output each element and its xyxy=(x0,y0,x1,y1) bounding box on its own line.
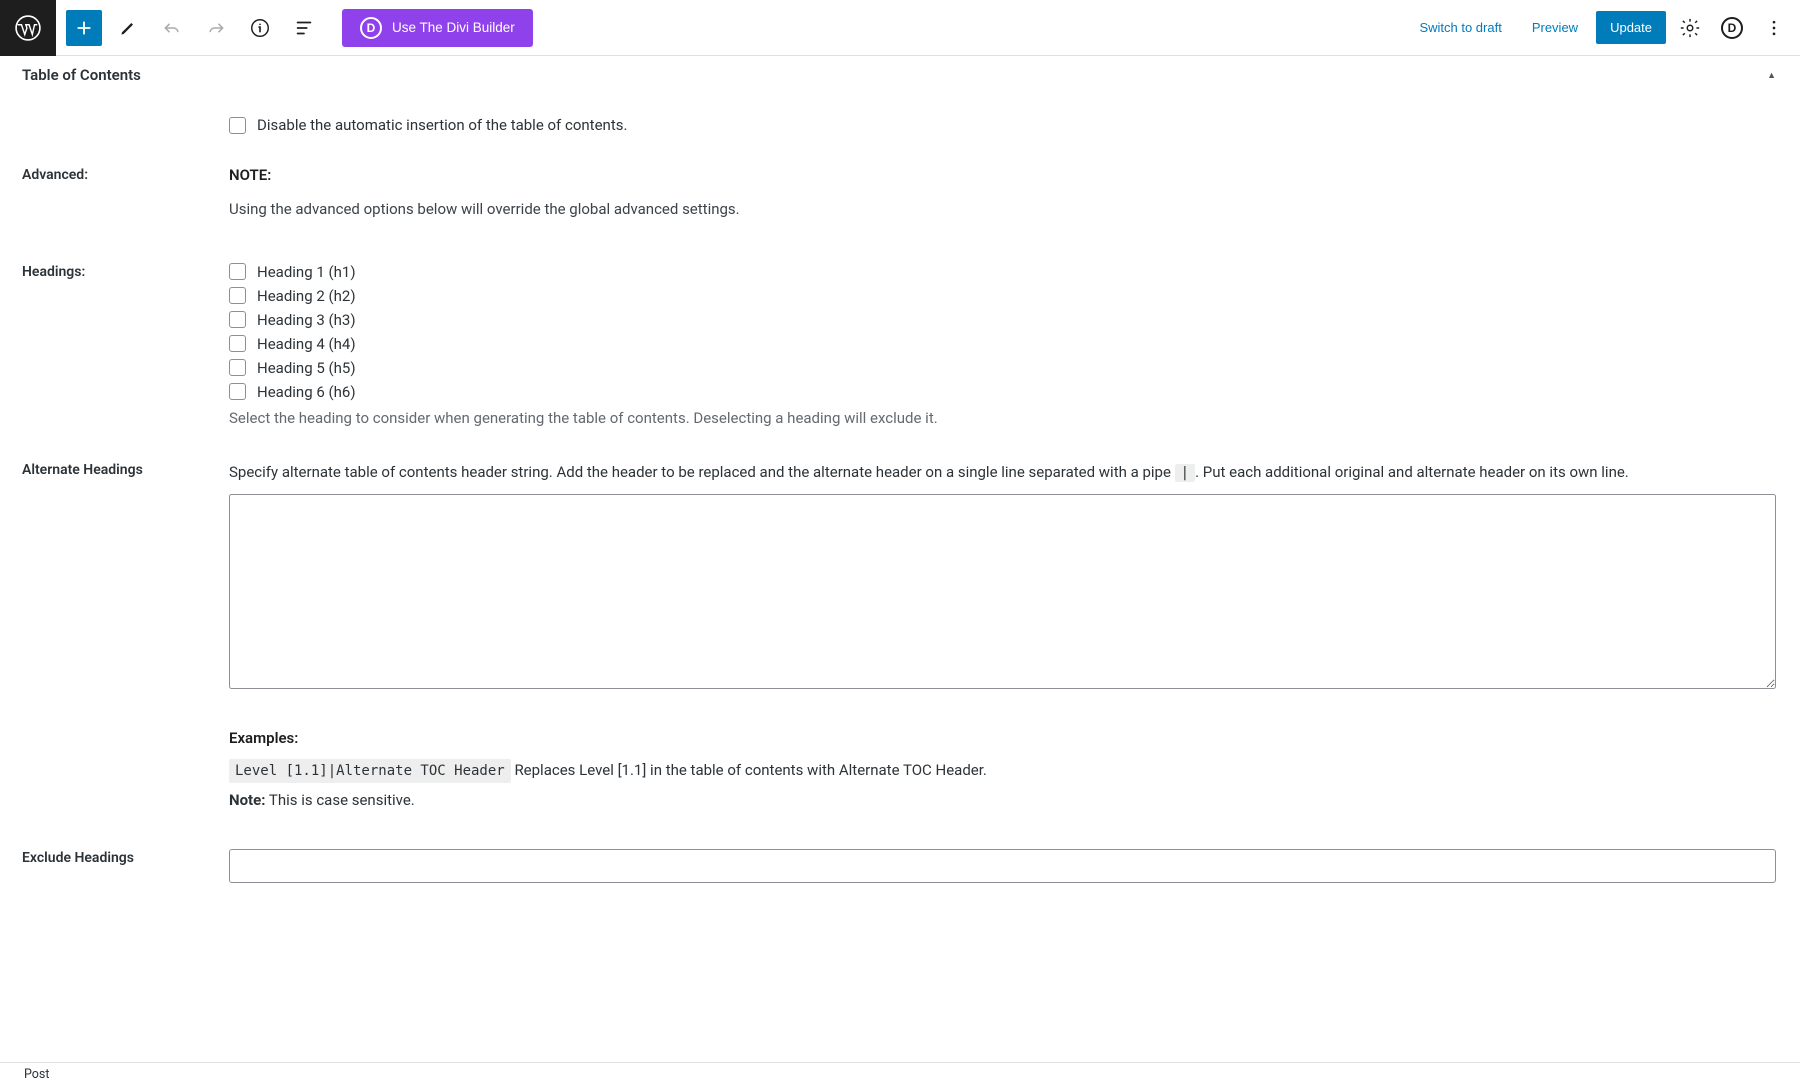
disable-toc-checkbox[interactable] xyxy=(229,117,246,134)
divi-button-label: Use The Divi Builder xyxy=(392,20,515,35)
exclude-headings-input[interactable] xyxy=(229,849,1776,883)
advanced-row: Advanced: NOTE: Using the advanced optio… xyxy=(22,166,1776,221)
divi-logo-icon: D xyxy=(360,17,382,39)
heading-checkbox-h6[interactable] xyxy=(229,383,246,400)
alt-headings-textarea[interactable] xyxy=(229,494,1776,689)
redo-button[interactable] xyxy=(198,10,234,46)
outline-icon xyxy=(293,17,315,39)
heading-check-row: Heading 5 (h5) xyxy=(229,359,1776,377)
heading-checkbox-h3[interactable] xyxy=(229,311,246,328)
alt-headings-section-label: Alternate Headings xyxy=(22,461,229,822)
heading-checkbox-h5[interactable] xyxy=(229,359,246,376)
divi-round-icon: D xyxy=(1721,17,1743,39)
plus-icon xyxy=(73,17,95,39)
redo-icon xyxy=(206,18,226,38)
example-code: Level [1.1]|Alternate TOC Header xyxy=(229,759,511,783)
disable-row: Disable the automatic insertion of the t… xyxy=(22,116,1776,140)
exclude-headings-section-label: Exclude Headings xyxy=(22,849,229,883)
add-block-button[interactable] xyxy=(66,10,102,46)
heading-check-row: Heading 6 (h6) xyxy=(229,383,1776,401)
toolbar-right-group: Switch to draft Preview Update D xyxy=(1407,10,1792,46)
heading-checkbox-label: Heading 3 (h3) xyxy=(257,311,356,329)
document-info-button[interactable] xyxy=(242,10,278,46)
settings-button[interactable] xyxy=(1672,10,1708,46)
undo-button[interactable] xyxy=(154,10,190,46)
headings-row: Headings: Heading 1 (h1)Heading 2 (h2)He… xyxy=(22,263,1776,427)
note-line: Note: This is case sensitive. xyxy=(229,791,1776,809)
wordpress-icon xyxy=(15,15,41,41)
heading-checkbox-label: Heading 6 (h6) xyxy=(257,383,356,401)
divi-settings-button[interactable]: D xyxy=(1714,10,1750,46)
toc-panel-header[interactable]: Table of Contents ▲ xyxy=(0,56,1800,92)
heading-check-row: Heading 2 (h2) xyxy=(229,287,1776,305)
divi-builder-button[interactable]: D Use The Divi Builder xyxy=(342,9,533,47)
heading-checkbox-label: Heading 1 (h1) xyxy=(257,263,356,281)
headings-checkbox-list: Heading 1 (h1) Heading 2 (h2) Heading 3 (h… xyxy=(229,263,1776,401)
heading-checkbox-h4[interactable] xyxy=(229,335,246,352)
heading-check-row: Heading 4 (h4) xyxy=(229,335,1776,353)
undo-icon xyxy=(162,18,182,38)
exclude-headings-row: Exclude Headings xyxy=(22,849,1776,883)
headings-section-label: Headings: xyxy=(22,263,229,427)
more-options-button[interactable] xyxy=(1756,10,1792,46)
panel-title: Table of Contents xyxy=(22,66,141,84)
disable-toc-label: Disable the automatic insertion of the t… xyxy=(257,116,627,134)
advanced-note-text: Using the advanced options below will ov… xyxy=(229,198,1776,221)
document-outline-button[interactable] xyxy=(286,10,322,46)
edit-tools-button[interactable] xyxy=(110,10,146,46)
examples-heading: Examples: xyxy=(229,729,1776,747)
toolbar-left-group: D Use The Divi Builder xyxy=(56,9,533,47)
pipe-char: | xyxy=(1175,464,1195,482)
pencil-icon xyxy=(118,18,138,38)
heading-check-row: Heading 3 (h3) xyxy=(229,311,1776,329)
heading-checkbox-label: Heading 5 (h5) xyxy=(257,359,356,377)
heading-checkbox-label: Heading 2 (h2) xyxy=(257,287,356,305)
heading-checkbox-h1[interactable] xyxy=(229,263,246,280)
block-breadcrumb[interactable]: Post xyxy=(0,1062,1800,1086)
heading-check-row: Heading 1 (h1) xyxy=(229,263,1776,281)
heading-checkbox-label: Heading 4 (h4) xyxy=(257,335,356,353)
update-button[interactable]: Update xyxy=(1596,11,1666,44)
preview-button[interactable]: Preview xyxy=(1520,12,1590,43)
alternate-headings-row: Alternate Headings Specify alternate tab… xyxy=(22,461,1776,822)
dots-vertical-icon xyxy=(1764,18,1784,38)
collapse-arrow-icon: ▲ xyxy=(1767,70,1776,81)
info-icon xyxy=(249,17,271,39)
example-line: Level [1.1]|Alternate TOC Header Replace… xyxy=(229,761,1776,779)
gear-icon xyxy=(1679,17,1701,39)
alt-headings-description: Specify alternate table of contents head… xyxy=(229,461,1776,485)
advanced-note-heading: NOTE: xyxy=(229,166,1776,184)
switch-to-draft-button[interactable]: Switch to draft xyxy=(1407,12,1513,43)
wordpress-logo[interactable] xyxy=(0,0,56,56)
heading-checkbox-h2[interactable] xyxy=(229,287,246,304)
editor-top-toolbar: D Use The Divi Builder Switch to draft P… xyxy=(0,0,1800,56)
headings-help-text: Select the heading to consider when gene… xyxy=(229,409,1776,427)
advanced-section-label: Advanced: xyxy=(22,166,229,221)
toc-panel-body: Disable the automatic insertion of the t… xyxy=(0,116,1800,923)
